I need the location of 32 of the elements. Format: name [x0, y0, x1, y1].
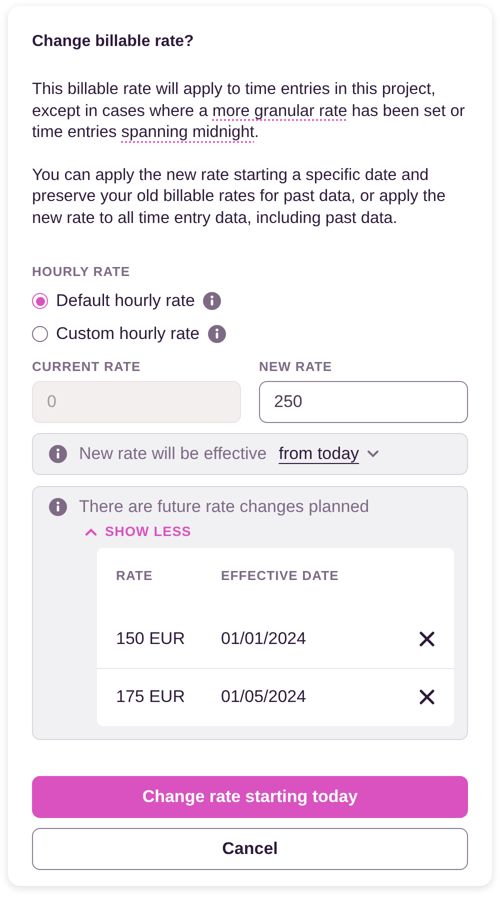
column-header: EFFECTIVE DATE — [221, 568, 340, 583]
chevron-up-icon — [85, 528, 97, 536]
date-cell-text: 01/01/2024 — [221, 629, 308, 650]
info-icon — [49, 498, 67, 516]
radio-button[interactable] — [32, 326, 48, 342]
date-dropdown[interactable]: from today — [278, 444, 380, 464]
tooltip-link[interactable]: spanning midnight — [121, 123, 254, 142]
new-rate-field[interactable]: 250 — [259, 380, 468, 423]
rate-cell-text: 150 EUR — [116, 629, 186, 650]
panel-text: There are future rate changes planned — [79, 496, 370, 517]
cancel-button[interactable]: Cancel — [32, 828, 468, 870]
info-icon — [49, 444, 67, 463]
field-label: CURRENT RATE — [32, 358, 142, 376]
rate-cell-text: 175 EUR — [116, 687, 186, 708]
tooltip-link[interactable]: more granular rate — [212, 102, 348, 120]
radio-label[interactable]: Default hourly rate — [56, 291, 195, 312]
info-icon — [208, 325, 226, 344]
radio-label[interactable]: Custom hourly rate — [56, 324, 200, 344]
explanation-text: You can apply the new rate starting a specific date and preserve your old billable rates for past data, or apply the new rate to all time entry data, including past data. — [32, 164, 447, 229]
close-icon[interactable] — [419, 631, 435, 648]
dialog-title: Change billable rate? — [32, 32, 195, 52]
radio-button[interactable] — [32, 293, 48, 310]
change-rate-button[interactable]: Change rate starting today — [32, 776, 468, 818]
date-cell-text: 01/05/2024 — [221, 687, 308, 708]
info-icon — [202, 292, 221, 310]
section-label: HOURLY RATE — [32, 264, 132, 279]
field-label: NEW RATE — [259, 358, 334, 376]
column-header: RATE — [116, 568, 154, 583]
description-text: This billable rate will apply to time entries in this project, except in cases where a more granular rate has been set or time entries spanning midnight. — [32, 79, 466, 144]
close-icon[interactable] — [419, 689, 435, 706]
chevron-down-icon — [367, 450, 380, 458]
banner-text: New rate will be effective — [79, 444, 267, 464]
